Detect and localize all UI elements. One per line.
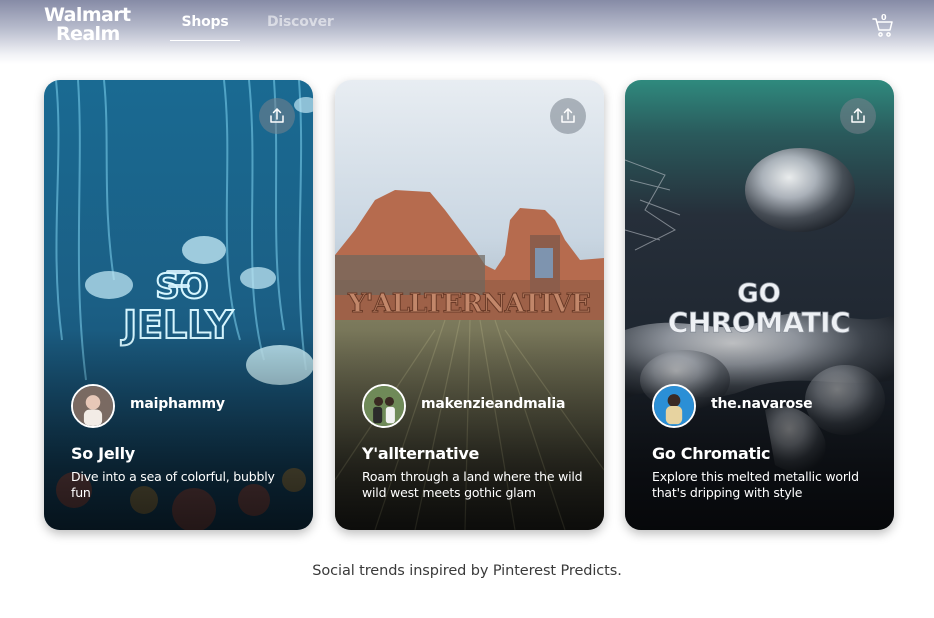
card-title: Go Chromatic [652,444,771,463]
share-button[interactable] [840,98,876,134]
share-button[interactable] [550,98,586,134]
cart-button[interactable]: 0 [870,13,896,40]
tab-discover[interactable]: Discover [267,14,334,40]
card-description: Roam through a land where the wild wild … [362,469,583,500]
share-button[interactable] [259,98,295,134]
creator-username[interactable]: the.navarose [711,396,813,412]
creator-username[interactable]: maiphammy [130,396,225,412]
walmart-realm-logo[interactable]: Walmart Realm [44,6,131,44]
avatar[interactable] [362,384,406,428]
card-description: Dive into a sea of colorful, bubbly fun [71,469,275,500]
avatar[interactable] [71,384,115,428]
svg-text:SO: SO [155,267,208,307]
svg-text:GO: GO [737,279,780,309]
top-header: Walmart Realm Shops Discover 0 [0,0,934,64]
card-title: So Jelly [71,444,135,463]
share-icon [561,108,575,123]
share-icon [270,108,284,123]
cart-count-badge: 0 [881,13,887,22]
footer-note: Social trends inspired by Pinterest Pred… [312,563,622,579]
creator-username[interactable]: makenzieandmalia [421,396,565,412]
tab-shops[interactable]: Shops [170,14,240,41]
card-title: Y'allternative [362,444,480,463]
shop-card-go-chromatic[interactable]: GO CHROMATIC the.navarose Go Chromatic E… [625,80,894,530]
card-description: Explore this melted metallic world that'… [652,469,859,500]
avatar[interactable] [652,384,696,428]
shop-card-yallternative[interactable]: Y'ALLTERNATIVE makenzieandmalia Y'allter… [335,80,604,530]
svg-text:Y'ALLTERNATIVE: Y'ALLTERNATIVE [347,289,590,319]
shop-card-so-jelly[interactable]: SO JELLY maiphammy So Jelly Dive into a … [44,80,313,530]
logo-line-2: Realm [56,23,120,45]
share-icon [851,108,865,123]
